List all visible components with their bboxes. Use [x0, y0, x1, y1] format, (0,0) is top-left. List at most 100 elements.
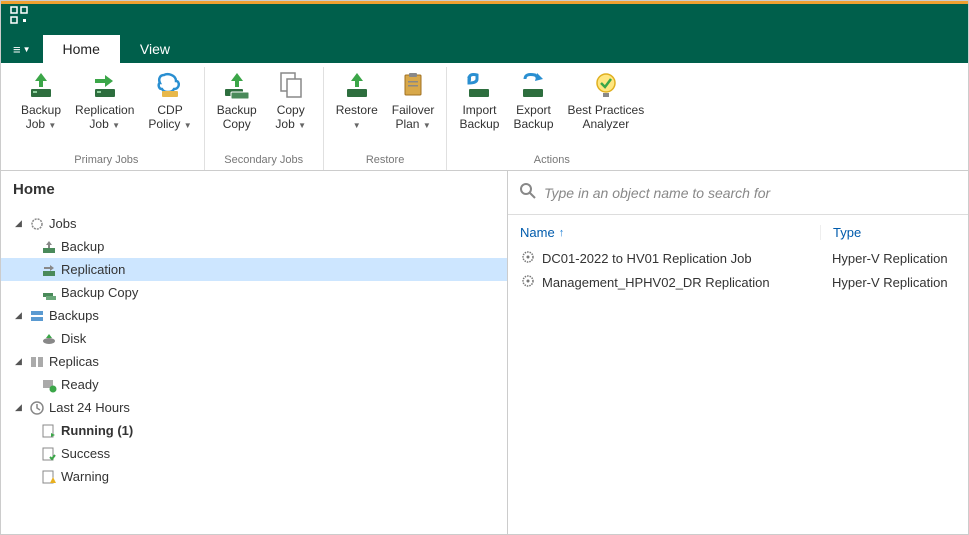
import-backup-label: Import Backup	[459, 103, 499, 131]
cdp-policy-label: CDP Policy	[148, 103, 182, 131]
tree-label: Success	[61, 446, 110, 461]
tree-label: Replicas	[49, 354, 99, 369]
tree-node-ready[interactable]: Ready	[1, 373, 507, 396]
chevron-down-icon: ▼	[112, 121, 120, 130]
backups-icon	[29, 308, 45, 324]
app-window: ≡ ▼ Home View Backup Job ▼ Replication J…	[0, 0, 969, 535]
backup-icon	[41, 239, 57, 255]
main-menu-button[interactable]: ≡ ▼	[5, 38, 39, 61]
failover-plan-icon	[397, 69, 429, 101]
gear-icon	[520, 249, 536, 268]
chevron-down-icon: ▼	[23, 45, 31, 54]
export-backup-label: Export Backup	[513, 103, 553, 131]
hamburger-icon: ≡	[13, 42, 21, 57]
running-icon	[41, 423, 57, 439]
nav-panel: Home ◢ Jobs Backup Replication Back	[1, 171, 508, 534]
ribbon-group-label: Primary Jobs	[74, 152, 138, 170]
cdp-policy-icon	[154, 69, 186, 101]
tab-view[interactable]: View	[120, 35, 190, 63]
tree-label: Backups	[49, 308, 99, 323]
caret-expanded-icon: ◢	[15, 218, 25, 229]
tree-node-backup[interactable]: Backup	[1, 235, 507, 258]
ready-icon	[41, 377, 57, 393]
cdp-policy-button[interactable]: CDP Policy ▼	[142, 67, 197, 135]
search-input[interactable]	[544, 185, 958, 201]
replication-job-icon	[89, 69, 121, 101]
chevron-down-icon: ▼	[423, 121, 431, 130]
main-area: Home ◢ Jobs Backup Replication Back	[1, 171, 968, 534]
ribbon-group-label: Actions	[534, 152, 570, 170]
clock-icon	[29, 400, 45, 416]
tree-label: Backup Copy	[61, 285, 138, 300]
tree-label: Ready	[61, 377, 99, 392]
ribbon: Backup Job ▼ Replication Job ▼ CDP Polic…	[1, 63, 968, 171]
grid-row[interactable]: Management_HPHV02_DR Replication Hyper-V…	[520, 270, 956, 294]
ribbon-group-label: Restore	[366, 152, 405, 170]
jobs-icon	[29, 216, 45, 232]
gear-icon	[520, 273, 536, 292]
tree-label: Running (1)	[61, 423, 133, 438]
column-header-name[interactable]: Name ↑	[520, 225, 820, 240]
tabstrip: ≡ ▼ Home View	[1, 31, 968, 63]
tree-label: Warning	[61, 469, 109, 484]
content-panel: Name ↑ Type DC01-2022 to HV01 Replicatio…	[508, 171, 968, 534]
best-practices-button[interactable]: Best Practices Analyzer	[562, 67, 651, 133]
sort-ascending-icon: ↑	[559, 227, 565, 239]
import-backup-icon	[463, 69, 495, 101]
nav-header: Home	[1, 171, 507, 208]
chevron-down-icon: ▼	[184, 121, 192, 130]
row-name: DC01-2022 to HV01 Replication Job	[542, 251, 752, 266]
export-backup-button[interactable]: Export Backup	[507, 67, 559, 133]
warning-icon	[41, 469, 57, 485]
ribbon-group-primary-jobs: Backup Job ▼ Replication Job ▼ CDP Polic…	[9, 67, 205, 170]
tree-node-replicas[interactable]: ◢ Replicas	[1, 350, 507, 373]
column-header-type[interactable]: Type	[820, 225, 956, 240]
ribbon-group-actions: Import Backup Export Backup Best Practic…	[447, 67, 656, 170]
tree-node-running[interactable]: Running (1)	[1, 419, 507, 442]
grid-row[interactable]: DC01-2022 to HV01 Replication Job Hyper-…	[520, 246, 956, 270]
tree-node-replication[interactable]: Replication	[1, 258, 507, 281]
export-backup-icon	[517, 69, 549, 101]
restore-icon	[341, 69, 373, 101]
import-backup-button[interactable]: Import Backup	[453, 67, 505, 133]
column-label: Name	[520, 225, 555, 240]
ribbon-group-label: Secondary Jobs	[224, 152, 303, 170]
row-name: Management_HPHV02_DR Replication	[542, 275, 770, 290]
tab-home[interactable]: Home	[43, 35, 120, 63]
copy-job-button[interactable]: Copy Job ▼	[265, 67, 317, 135]
ribbon-group-restore: Restore▼ Failover Plan ▼ Restore	[324, 67, 448, 170]
restore-button[interactable]: Restore▼	[330, 67, 384, 135]
replication-job-button[interactable]: Replication Job ▼	[69, 67, 140, 135]
tree-node-backup-copy[interactable]: Backup Copy	[1, 281, 507, 304]
best-practices-icon	[590, 69, 622, 101]
tree-node-disk[interactable]: Disk	[1, 327, 507, 350]
best-practices-label: Best Practices Analyzer	[568, 103, 645, 131]
tree-node-warning[interactable]: Warning	[1, 465, 507, 488]
chevron-down-icon: ▼	[353, 121, 361, 130]
disk-icon	[41, 331, 57, 347]
grid-body: DC01-2022 to HV01 Replication Job Hyper-…	[508, 246, 968, 294]
tree-label: Replication	[61, 262, 125, 277]
tree-label: Last 24 Hours	[49, 400, 130, 415]
row-type: Hyper-V Replication	[820, 275, 956, 290]
replication-job-label: Replication Job	[75, 103, 134, 131]
tree-node-backups[interactable]: ◢ Backups	[1, 304, 507, 327]
tree-node-jobs[interactable]: ◢ Jobs	[1, 212, 507, 235]
backup-job-button[interactable]: Backup Job ▼	[15, 67, 67, 135]
backup-copy-icon	[221, 69, 253, 101]
titlebar	[1, 1, 968, 31]
tree-node-success[interactable]: Success	[1, 442, 507, 465]
tree-label: Backup	[61, 239, 104, 254]
nav-tree: ◢ Jobs Backup Replication Backup Copy	[1, 208, 507, 534]
copy-job-icon	[275, 69, 307, 101]
chevron-down-icon: ▼	[298, 121, 306, 130]
backup-copy-label: Backup Copy	[217, 103, 257, 131]
ribbon-group-secondary-jobs: Backup Copy Copy Job ▼ Secondary Jobs	[205, 67, 324, 170]
failover-plan-button[interactable]: Failover Plan ▼	[386, 67, 441, 135]
backup-job-icon	[25, 69, 57, 101]
success-icon	[41, 446, 57, 462]
tree-node-last24[interactable]: ◢ Last 24 Hours	[1, 396, 507, 419]
replication-icon	[41, 262, 57, 278]
backup-copy-button[interactable]: Backup Copy	[211, 67, 263, 133]
caret-expanded-icon: ◢	[15, 310, 25, 321]
